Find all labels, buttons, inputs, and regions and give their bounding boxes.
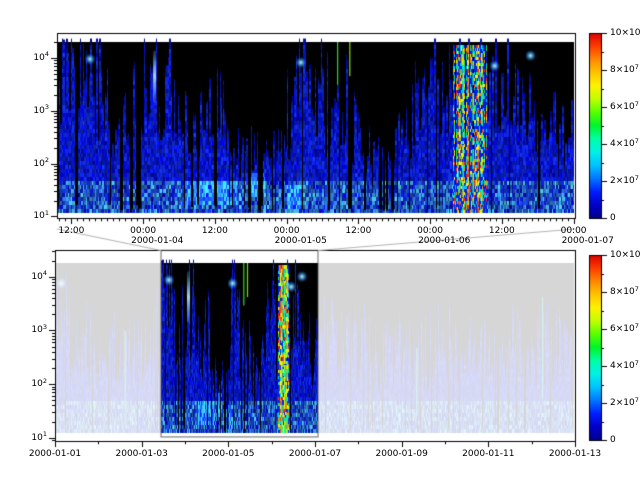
x-tick-time-label: 12:00 [489,226,515,236]
spectrogram-figure: 104 103 102 101 0 2×107 4×107 6×107 8×107 10×107 1… [0,0,640,480]
x-tick-date-label: 2000-01-11 [462,449,514,459]
top-plot-area[interactable] [57,33,575,218]
colorbar-tick-label: 0 [610,213,616,223]
x-tick-time-label: 12:00 [345,226,371,236]
colorbar-tick-label: 4×107 [610,361,639,371]
y-tick-label: 104 [33,53,49,63]
y-tick-label: 103 [33,106,49,116]
x-tick-date-label: 2000-01-07 [289,449,341,459]
colorbar-tick-label: 2×107 [610,176,639,186]
x-tick-time-label: 00:00 [130,226,156,236]
colorbar-tick-label: 10×107 [610,250,640,260]
colorbar-tick-label: 4×107 [610,139,639,149]
x-tick-date-label: 2000-01-07 [562,236,614,246]
x-tick-date-label: 2000-01-09 [376,449,428,459]
colorbar-tick-label: 8×107 [610,287,639,297]
y-tick-label: 102 [33,159,49,169]
x-tick-date-label: 2000-01-06 [418,236,470,246]
x-tick-date-label: 2000-01-05 [275,236,327,246]
x-tick-date-label: 2000-01-03 [116,449,168,459]
y-tick-label: 101 [31,433,47,443]
x-tick-date-label: 2000-01-04 [131,236,183,246]
colorbar-tick-label: 10×107 [610,28,640,38]
zoom-region-indicator[interactable] [161,250,318,437]
colorbar-tick-label: 6×107 [610,102,639,112]
x-tick-time-label: 00:00 [417,226,443,236]
x-tick-time-label: 00:00 [561,226,587,236]
colorbar-tick-label: 6×107 [610,324,639,334]
y-tick-label: 104 [31,272,47,282]
y-tick-label: 103 [31,325,47,335]
y-tick-label: 101 [33,211,49,221]
colorbar-tick-label: 2×107 [610,398,639,408]
colorbar-tick-label: 0 [610,435,616,445]
colorbar-tick-label: 8×107 [610,65,639,75]
x-tick-date-label: 2000-01-05 [202,449,254,459]
x-tick-time-label: 12:00 [58,226,84,236]
x-tick-time-label: 12:00 [202,226,228,236]
x-tick-time-label: 00:00 [274,226,300,236]
x-tick-date-label: 2000-01-01 [29,449,81,459]
x-tick-date-label: 2000-01-13 [549,449,601,459]
y-tick-label: 102 [31,379,47,389]
